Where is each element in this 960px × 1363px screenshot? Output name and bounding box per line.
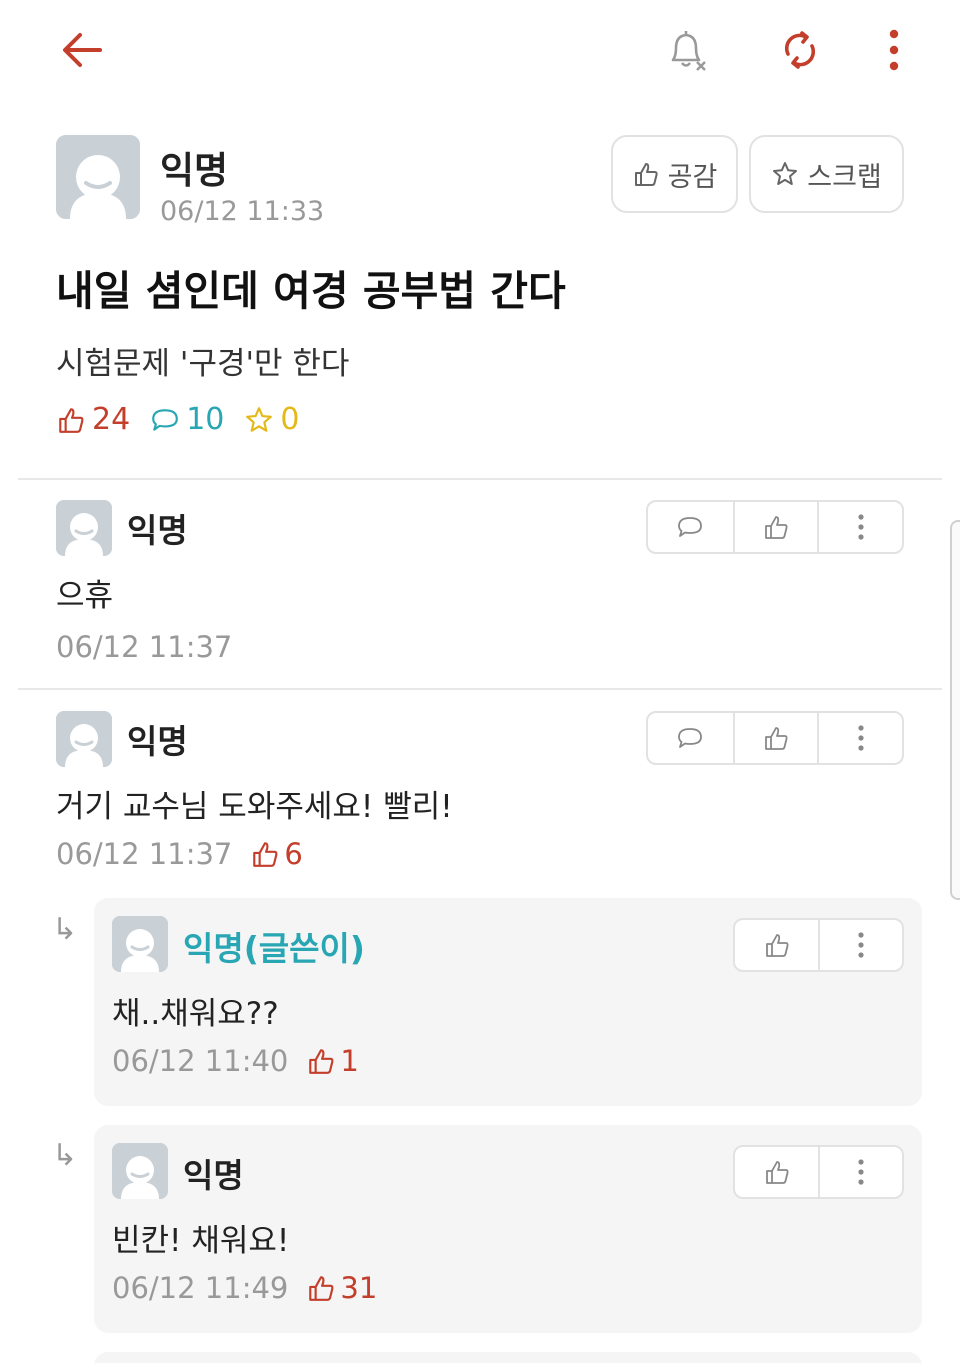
thumbs-up-icon [765,934,789,957]
comment-meta: 06/12 11:37 [56,630,232,664]
back-button[interactable] [50,18,114,82]
reply-button[interactable] [648,713,733,763]
like-button-label: 공감 [667,161,718,193]
like-count-value: 24 [92,402,131,437]
comment-actions [646,500,904,554]
reply-like-count: 1 [306,1044,359,1078]
reply-like-button[interactable] [735,920,818,970]
reply-like-button[interactable] [735,1147,818,1197]
avatar [56,711,112,767]
anonymous-avatar-icon [56,711,112,767]
reply-button[interactable] [648,502,733,552]
reply-more-button[interactable] [818,920,902,970]
divider [18,478,942,480]
reply-time: 06/12 11:49 [112,1271,289,1305]
speech-bubble-icon [678,517,703,537]
comment-time: 06/12 11:37 [56,837,233,871]
notification-off-button[interactable] [655,18,719,82]
refresh-button[interactable] [768,18,832,82]
post-stats: 24 10 0 [56,402,319,437]
thumbs-up-icon [765,516,788,539]
like-button[interactable]: 공감 [611,135,738,213]
reply-meta: 06/12 11:40 1 [112,1044,359,1078]
reply-text: 채..채워요?? [112,996,279,1032]
comment-like-button[interactable] [732,502,818,552]
arrow-left-icon [63,33,102,67]
star-icon [246,406,273,432]
comment-count-value: 10 [186,402,225,437]
thumbs-up-icon [309,1049,334,1074]
bell-off-icon [671,31,706,71]
thumbs-up-icon [765,727,788,750]
reply-actions [733,1145,904,1199]
thumbs-up-icon [253,842,278,867]
comment: 익명 거기 교수님 도와주세요! 빨리! 06/12 11:37 6 [0,711,960,891]
comment-meta: 06/12 11:37 6 [56,837,303,871]
avatar [112,1143,168,1199]
avatar [56,500,112,556]
vertical-dots-icon [889,29,899,71]
comment-author: 익명 [127,722,188,761]
refresh-icon [784,31,816,69]
speech-bubble-icon [152,408,179,431]
comment-like-count-value: 6 [284,837,303,871]
vertical-dots-icon [858,725,864,751]
comment-text: 으휴 [56,578,114,614]
comment: 익명 으휴 06/12 11:37 [0,500,960,680]
comment-actions [646,711,904,765]
next-reply-peek [94,1352,922,1363]
comment-more-button[interactable] [817,502,902,552]
anonymous-avatar-icon [56,135,140,219]
vertical-dots-icon [858,514,864,540]
reply-meta: 06/12 11:49 31 [112,1271,377,1305]
star-icon [773,162,798,185]
scrap-count: 0 [244,402,299,437]
anonymous-avatar-icon [56,500,112,556]
thumbs-up-icon [765,1161,789,1184]
scrollbar-handle[interactable] [950,520,960,900]
comment-time: 06/12 11:37 [56,630,233,664]
divider [18,688,942,690]
reply-more-button[interactable] [818,1147,902,1197]
anonymous-avatar-icon [112,916,168,972]
comment-like-button[interactable] [732,713,818,763]
vertical-dots-icon [858,1159,864,1185]
reply-arrow-icon: ↳ [52,912,78,947]
reply-text: 빈칸! 채워요! [112,1223,290,1259]
reply-like-count-value: 31 [340,1271,378,1305]
thumbs-up-icon [309,1276,334,1301]
reply-time: 06/12 11:40 [112,1044,289,1078]
thumbs-up-icon [634,163,658,186]
reply-like-count-value: 1 [340,1044,359,1078]
avatar [112,916,168,972]
reply: 익명 빈칸! 채워요! 06/12 11:49 31 [94,1125,922,1333]
comment-like-count: 6 [250,837,303,871]
post-time: 06/12 11:33 [160,196,325,227]
reply-actions [733,918,904,972]
scrap-button[interactable]: 스크랩 [749,135,904,213]
reply-author: 익명 [183,1156,244,1195]
anonymous-avatar-icon [112,1143,168,1199]
comment-more-button[interactable] [817,713,902,763]
reply: 익명(글쓴이) 채..채워요?? 06/12 11:40 1 [94,898,922,1106]
comment-text: 거기 교수님 도와주세요! 빨리! [56,789,453,825]
comment-author: 익명 [127,511,188,550]
post-body: 시험문제 '구경'만 한다 [56,346,350,382]
post-author: 익명 [160,149,229,192]
avatar [56,135,140,219]
vertical-dots-icon [858,932,864,958]
thumbs-up-icon [59,407,84,433]
reply-like-count: 31 [306,1271,377,1305]
more-options-button[interactable] [862,18,926,82]
speech-bubble-icon [678,728,703,748]
top-bar [0,0,960,100]
reply-arrow-icon: ↳ [52,1138,78,1173]
like-count: 24 [56,402,130,437]
reply-author: 익명(글쓴이) [183,929,365,968]
comment-count: 10 [150,402,224,437]
scrap-count-value: 0 [280,402,300,437]
scrap-button-label: 스크랩 [807,161,882,193]
post-title: 내일 셤인데 여경 공부법 간다 [56,267,566,315]
